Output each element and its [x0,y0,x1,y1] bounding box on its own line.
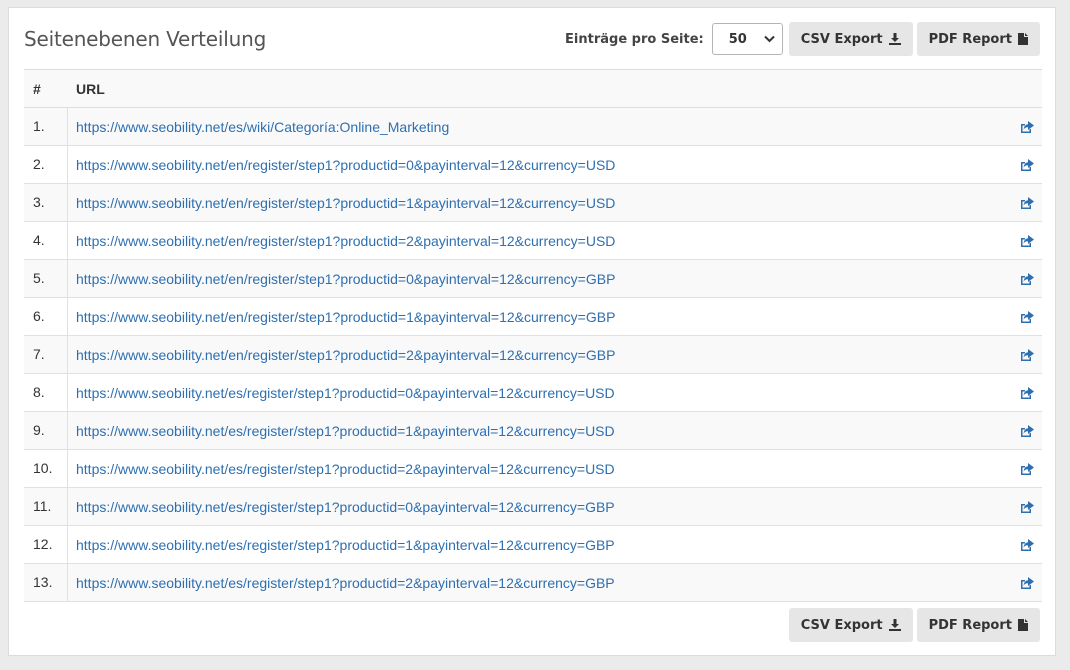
pdf-report-label: PDF Report [928,31,1012,47]
external-link-icon[interactable] [1012,538,1042,551]
url-link[interactable]: https://www.seobility.net/es/register/st… [68,575,1012,591]
table-row: 6. https://www.seobility.net/en/register/… [24,298,1042,336]
url-link[interactable]: https://www.seobility.net/en/register/st… [68,157,1012,173]
per-page-value: 50 [728,31,747,47]
url-link[interactable]: https://www.seobility.net/es/register/st… [68,423,1012,439]
url-link[interactable]: https://www.seobility.net/es/register/st… [68,385,1012,401]
url-table: # URL 1. https://www.seobility.net/es/wik… [24,69,1042,602]
external-link-icon[interactable] [1012,120,1042,133]
header-url: URL [76,80,105,97]
row-number: 1. [24,108,68,145]
table-row: 11. https://www.seobility.net/es/register… [24,488,1042,526]
url-link[interactable]: https://www.seobility.net/en/register/st… [68,271,1012,287]
url-link[interactable]: https://www.seobility.net/en/register/st… [68,233,1012,249]
row-number: 2. [24,146,68,183]
pdf-report-button[interactable]: PDF Report [916,22,1040,56]
download-icon [888,33,901,45]
external-link-icon[interactable] [1012,424,1042,437]
top-toolbar: Einträge pro Seite: 50 CSV Export PDF Re… [565,22,1040,56]
table-row: 9. https://www.seobility.net/es/register/… [24,412,1042,450]
csv-export-button[interactable]: CSV Export [788,22,913,56]
table-row: 10. https://www.seobility.net/es/register… [24,450,1042,488]
table-header: # URL [24,70,1042,108]
table-row: 7. https://www.seobility.net/en/register/… [24,336,1042,374]
table-row: 1. https://www.seobility.net/es/wiki/Cate… [24,108,1042,146]
row-number: 6. [24,298,68,335]
csv-export-label: CSV Export [800,31,883,47]
url-link[interactable]: https://www.seobility.net/en/register/st… [68,309,1012,325]
table-row: 5. https://www.seobility.net/en/register/… [24,260,1042,298]
bottom-toolbar: CSV Export PDF Report [788,608,1040,642]
table-row: 12. https://www.seobility.net/es/register… [24,526,1042,564]
url-link[interactable]: https://www.seobility.net/en/register/st… [68,195,1012,211]
pdf-report-label: PDF Report [928,617,1012,633]
external-link-icon[interactable] [1012,462,1042,475]
pdf-report-button-bottom[interactable]: PDF Report [916,608,1040,642]
external-link-icon[interactable] [1012,196,1042,209]
url-link[interactable]: https://www.seobility.net/es/register/st… [68,537,1012,553]
table-body: 1. https://www.seobility.net/es/wiki/Cate… [24,108,1042,602]
table-row: 13. https://www.seobility.net/es/register… [24,564,1042,602]
row-number: 3. [24,184,68,221]
row-number: 13. [24,564,68,601]
external-link-icon[interactable] [1012,576,1042,589]
url-link[interactable]: https://www.seobility.net/en/register/st… [68,347,1012,363]
table-row: 3. https://www.seobility.net/en/register/… [24,184,1042,222]
row-number: 8. [24,374,68,411]
external-link-icon[interactable] [1012,310,1042,323]
external-link-icon[interactable] [1012,158,1042,171]
table-row: 8. https://www.seobility.net/es/register/… [24,374,1042,412]
csv-export-button-bottom[interactable]: CSV Export [788,608,913,642]
row-number: 5. [24,260,68,297]
row-number: 4. [24,222,68,259]
external-link-icon[interactable] [1012,386,1042,399]
header-number: # [33,80,41,97]
download-icon [888,619,901,631]
url-link[interactable]: https://www.seobility.net/es/register/st… [68,499,1012,515]
table-row: 2. https://www.seobility.net/en/register/… [24,146,1042,184]
row-number: 9. [24,412,68,449]
row-number: 7. [24,336,68,373]
table-row: 4. https://www.seobility.net/en/register/… [24,222,1042,260]
external-link-icon[interactable] [1012,272,1042,285]
external-link-icon[interactable] [1012,500,1042,513]
per-page-label: Einträge pro Seite: [565,31,704,47]
csv-export-label: CSV Export [800,617,883,633]
content-panel: Seitenebenen Verteilung Einträge pro Sei… [8,7,1056,656]
file-icon [1018,33,1028,45]
chevron-down-icon [764,32,775,47]
file-icon [1018,619,1028,631]
url-link[interactable]: https://www.seobility.net/es/wiki/Catego… [68,119,1012,135]
row-number: 11. [24,488,68,525]
page-title: Seitenebenen Verteilung [24,27,267,51]
url-link[interactable]: https://www.seobility.net/es/register/st… [68,461,1012,477]
row-number: 12. [24,526,68,563]
row-number: 10. [24,450,68,487]
external-link-icon[interactable] [1012,234,1042,247]
per-page-select[interactable]: 50 [711,23,783,55]
external-link-icon[interactable] [1012,348,1042,361]
